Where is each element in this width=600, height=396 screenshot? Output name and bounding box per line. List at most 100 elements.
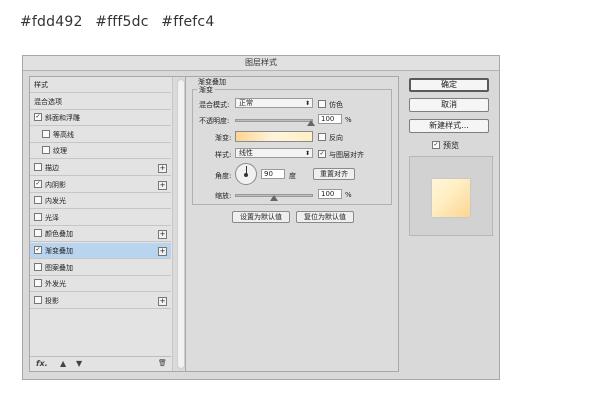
- style-list-item[interactable]: 等高线: [30, 127, 171, 143]
- style-preview-box: [409, 156, 493, 236]
- style-list-item[interactable]: ✓ 内阴影 +: [30, 177, 171, 193]
- style-list-item-label: 内发光: [45, 197, 66, 206]
- style-list-item-label: 斜面和浮雕: [45, 114, 80, 123]
- angle-dial[interactable]: [235, 163, 257, 185]
- add-effect-icon[interactable]: +: [158, 164, 167, 173]
- style-list-item-label: 图案叠加: [45, 263, 73, 272]
- preview-swatch: [432, 179, 470, 217]
- style-list-item[interactable]: 描边 +: [30, 160, 171, 176]
- add-effect-icon[interactable]: +: [158, 296, 167, 306]
- blend-mode-value: 正常: [239, 99, 253, 107]
- trash-icon[interactable]: 🗑: [158, 359, 167, 367]
- style-list-item[interactable]: 样式: [30, 77, 171, 93]
- align-with-layer-label: 与图层对齐: [329, 151, 364, 159]
- style-list-item[interactable]: 内发光: [30, 193, 171, 210]
- checked-checkbox[interactable]: ✓: [34, 113, 42, 122]
- move-up-icon[interactable]: ▲: [60, 359, 66, 368]
- scale-label: 缩放:: [215, 192, 232, 200]
- style-list-item[interactable]: 纹理: [30, 143, 171, 160]
- style-list-item[interactable]: 颜色叠加 +: [30, 226, 171, 243]
- opacity-label: 不透明度:: [199, 117, 230, 125]
- style-list-item-label: 样式: [34, 81, 48, 89]
- select-arrows-icon: ⬍: [304, 100, 310, 107]
- checkbox[interactable]: [34, 229, 42, 238]
- style-list-item-label: 内阴影: [45, 180, 66, 189]
- select-arrows-icon: ⬍: [304, 150, 310, 157]
- move-down-icon[interactable]: ▼: [76, 359, 82, 368]
- layer-style-dialog: 图层样式 样式 混合选项 ✓ 斜面和浮雕 等高线 纹理 描边 + ✓ 内阴影 + 内发光 光泽 颜色叠加 +…: [22, 55, 500, 380]
- opacity-unit: %: [345, 116, 352, 124]
- preview-checkbox[interactable]: ✓: [432, 141, 440, 149]
- color-code-3: #ffefc4: [161, 14, 215, 30]
- gradient-style-select[interactable]: 线性 ⬍: [235, 148, 313, 158]
- color-caption: #fdd492 #fff5dc #ffefc4: [20, 14, 222, 30]
- angle-unit: 度: [289, 172, 296, 180]
- style-list-item[interactable]: ✓ 渐变叠加 +: [30, 243, 171, 259]
- scale-unit: %: [345, 191, 352, 199]
- checkbox[interactable]: [34, 212, 42, 221]
- gradient-picker[interactable]: [235, 131, 313, 142]
- style-list-footer: fx. ▲ ▼ 🗑: [30, 356, 171, 371]
- dither-checkbox[interactable]: [318, 100, 326, 108]
- checkbox[interactable]: [34, 262, 42, 271]
- preview-label: 预览: [443, 141, 459, 150]
- dialog-title: 图层样式: [23, 56, 499, 71]
- blend-mode-select[interactable]: 正常 ⬍: [235, 98, 313, 108]
- add-effect-icon[interactable]: +: [158, 230, 167, 240]
- gradient-group: 渐变 混合模式: 正常 ⬍ 仿色 不透明度: 100 % 渐变: 反向 样式: …: [192, 85, 392, 205]
- style-list-item-label: 描边: [45, 164, 59, 172]
- color-code-2: #fff5dc: [95, 14, 149, 30]
- checkbox[interactable]: [42, 129, 50, 138]
- opacity-slider-thumb[interactable]: [307, 120, 315, 126]
- style-label: 样式:: [215, 151, 232, 159]
- scale-input[interactable]: 100: [318, 189, 342, 199]
- reset-to-default-button[interactable]: 复位为默认值: [296, 211, 354, 223]
- checkbox[interactable]: [34, 163, 42, 171]
- blend-mode-label: 混合模式:: [199, 101, 230, 109]
- checkbox[interactable]: [34, 295, 42, 304]
- make-default-button[interactable]: 设置为默认值: [232, 211, 290, 223]
- angle-center-dot: [244, 173, 248, 177]
- checkbox[interactable]: [34, 279, 42, 288]
- checkbox[interactable]: [34, 196, 42, 205]
- gradient-style-value: 线性: [239, 149, 253, 157]
- cancel-button[interactable]: 取消: [409, 98, 489, 112]
- scrollbar-thumb[interactable]: [177, 79, 185, 369]
- new-style-button[interactable]: 新建样式...: [409, 119, 489, 133]
- opacity-slider-track[interactable]: [235, 119, 313, 122]
- dither-label: 仿色: [329, 101, 343, 109]
- scale-slider-thumb[interactable]: [270, 195, 278, 201]
- fx-icon[interactable]: fx.: [36, 359, 48, 368]
- reverse-label: 反向: [329, 134, 343, 142]
- style-list-item[interactable]: 外发光: [30, 276, 171, 293]
- gradient-overlay-panel: 渐变叠加 渐变 混合模式: 正常 ⬍ 仿色 不透明度: 100 % 渐变: 反向…: [185, 76, 399, 372]
- reverse-checkbox[interactable]: [318, 133, 326, 141]
- angle-input[interactable]: 90: [261, 169, 285, 179]
- style-list-item-label: 渐变叠加: [45, 247, 73, 255]
- style-list-panel: 样式 混合选项 ✓ 斜面和浮雕 等高线 纹理 描边 + ✓ 内阴影 + 内发光 光泽 颜色叠加 + ✓ 渐变叠加…: [29, 76, 189, 372]
- style-list-item-label: 光泽: [45, 213, 59, 222]
- group-label: 渐变: [197, 85, 215, 95]
- opacity-input[interactable]: 100: [318, 114, 342, 124]
- gradient-label: 渐变:: [215, 134, 232, 142]
- style-list-item[interactable]: ✓ 斜面和浮雕: [30, 110, 171, 127]
- checkbox[interactable]: [42, 146, 50, 155]
- reset-alignment-button[interactable]: 重置对齐: [313, 168, 355, 180]
- add-effect-icon[interactable]: +: [158, 247, 167, 256]
- style-list-item[interactable]: 混合选项: [30, 94, 171, 110]
- angle-label: 角度:: [215, 172, 232, 180]
- style-list-item[interactable]: 图案叠加: [30, 260, 171, 276]
- add-effect-icon[interactable]: +: [158, 180, 167, 190]
- ok-button[interactable]: 确定: [409, 78, 489, 92]
- style-list-item[interactable]: 光泽: [30, 210, 171, 226]
- style-list-item-label: 投影: [45, 296, 59, 305]
- style-list-item-label: 外发光: [45, 280, 66, 289]
- align-with-layer-checkbox[interactable]: ✓: [318, 150, 326, 158]
- checked-checkbox[interactable]: ✓: [34, 179, 42, 188]
- color-code-1: #fdd492: [20, 14, 83, 30]
- style-list-item-label: 纹理: [53, 147, 67, 156]
- style-list-item[interactable]: 投影 +: [30, 293, 171, 309]
- style-list-item-label: 等高线: [53, 130, 74, 139]
- checked-checkbox[interactable]: ✓: [34, 246, 42, 254]
- style-list-item-label: 颜色叠加: [45, 230, 73, 239]
